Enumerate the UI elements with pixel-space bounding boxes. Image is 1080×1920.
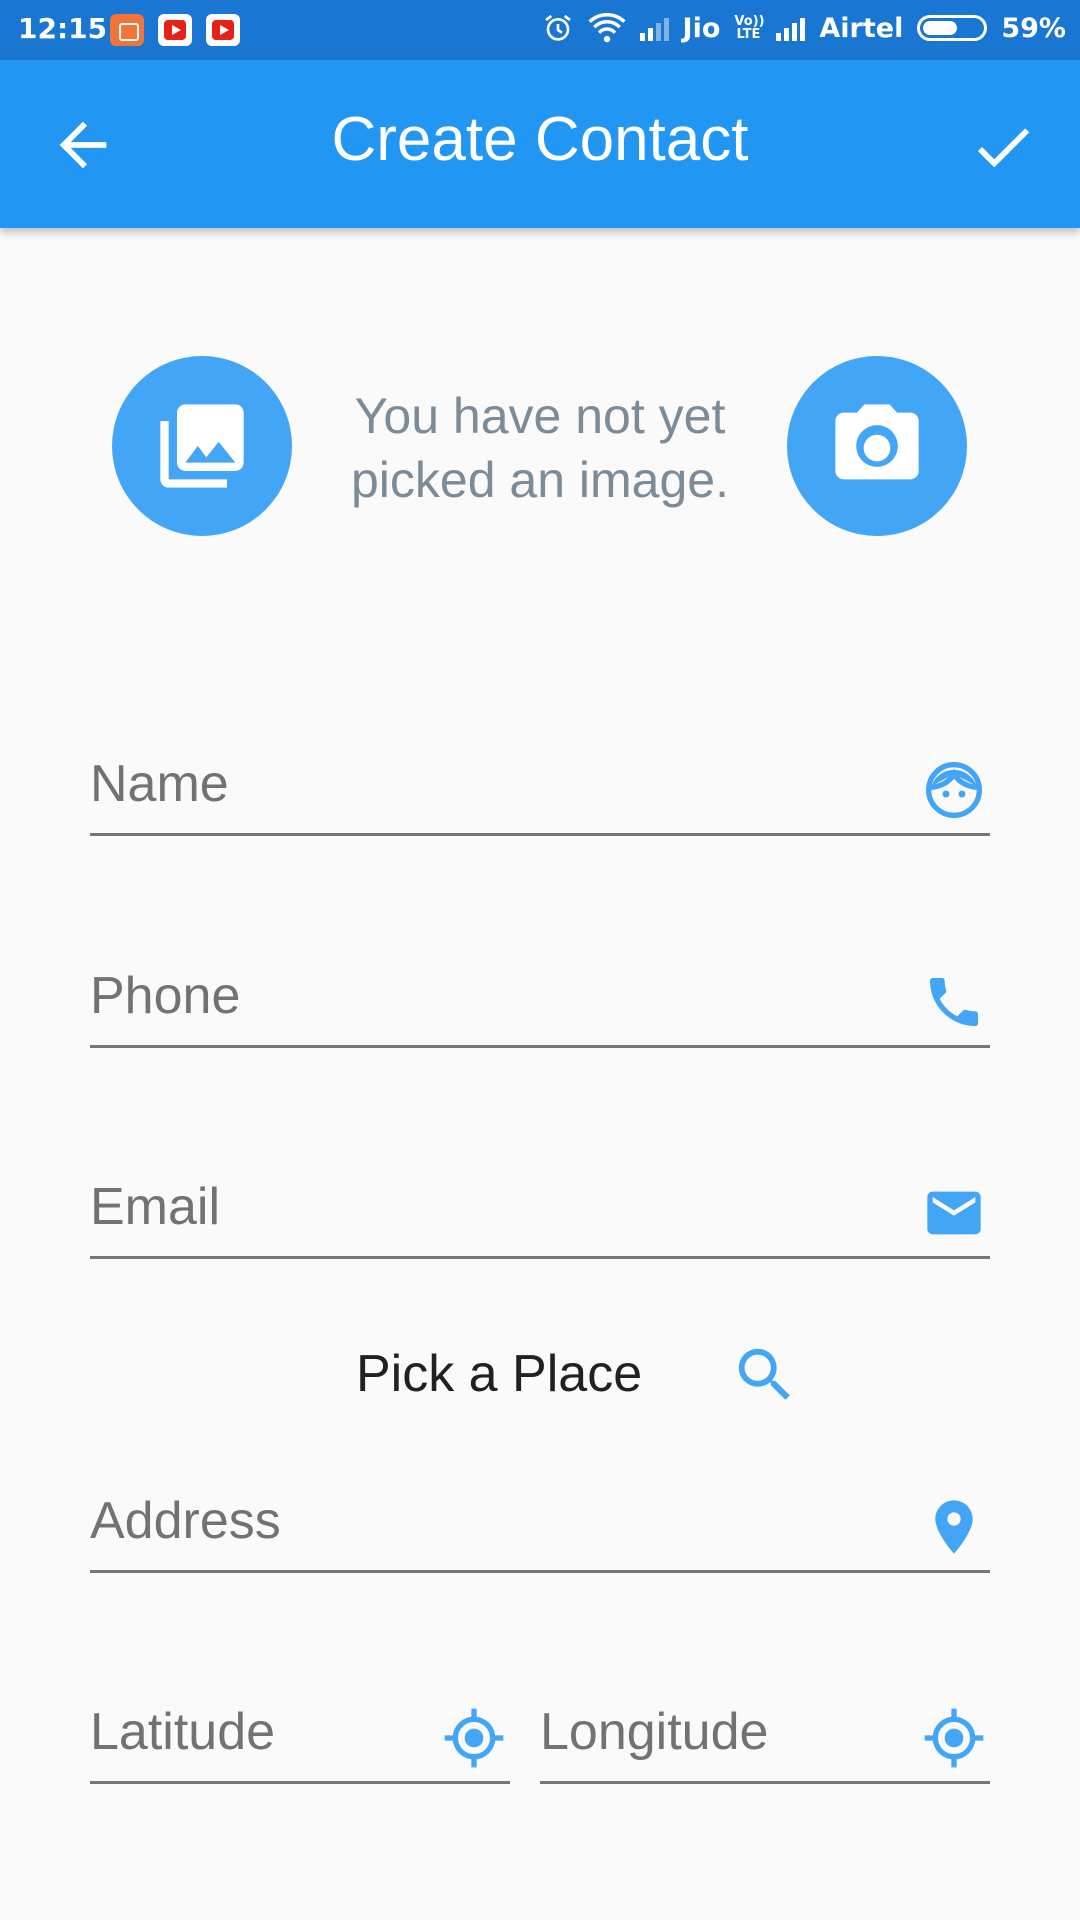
email-field[interactable]: Email xyxy=(90,1169,990,1259)
email-label: Email xyxy=(90,1178,221,1236)
photo-library-icon xyxy=(160,404,244,488)
name-label: Name xyxy=(90,755,229,813)
phone-label: Phone xyxy=(90,967,241,1025)
camera-icon xyxy=(835,404,919,480)
face-icon xyxy=(926,762,982,818)
pick-from-gallery-button[interactable] xyxy=(112,356,292,536)
latitude-label: Latitude xyxy=(90,1703,276,1761)
take-photo-button[interactable] xyxy=(787,356,967,536)
wifi-icon xyxy=(587,12,626,43)
longitude-field[interactable]: Longitude xyxy=(540,1694,990,1784)
page-title: Create Contact xyxy=(331,105,749,174)
screen-recorder-icon xyxy=(110,14,144,46)
search-icon[interactable] xyxy=(730,1340,800,1410)
battery-icon xyxy=(917,15,988,41)
alarm-icon xyxy=(544,14,571,41)
gps-fixed-icon xyxy=(924,1708,984,1768)
status-time: 12:15 xyxy=(18,12,108,45)
carrier-airtel: Airtel xyxy=(819,12,904,44)
app-bar: Create Contact xyxy=(0,60,1080,228)
address-label: Address xyxy=(90,1492,281,1550)
mail-icon xyxy=(927,1191,981,1235)
location-pin-icon xyxy=(935,1500,973,1554)
battery-percent: 59% xyxy=(1001,12,1066,44)
name-field[interactable]: Name xyxy=(90,746,990,836)
youtube-notification-icon xyxy=(206,14,240,46)
phone-icon xyxy=(930,978,978,1026)
carrier-jio: Jio xyxy=(682,12,721,44)
pick-a-place-label: Pick a Place xyxy=(356,1345,643,1403)
volte-indicator: Vo)) LTE xyxy=(734,14,765,42)
longitude-label: Longitude xyxy=(540,1703,769,1761)
signal-jio-icon xyxy=(639,15,669,41)
signal-airtel-icon xyxy=(776,15,806,41)
status-bar: 12:15 Jio Vo)) LTE Airtel 59% xyxy=(0,0,1080,60)
latitude-field[interactable]: Latitude xyxy=(90,1694,510,1784)
youtube-notification-icon xyxy=(158,14,192,46)
no-image-message: You have not yet picked an image. xyxy=(350,388,729,508)
gps-fixed-icon xyxy=(444,1708,504,1768)
phone-field[interactable]: Phone xyxy=(90,958,990,1048)
address-field[interactable]: Address xyxy=(90,1483,990,1573)
check-icon[interactable] xyxy=(968,112,1038,182)
